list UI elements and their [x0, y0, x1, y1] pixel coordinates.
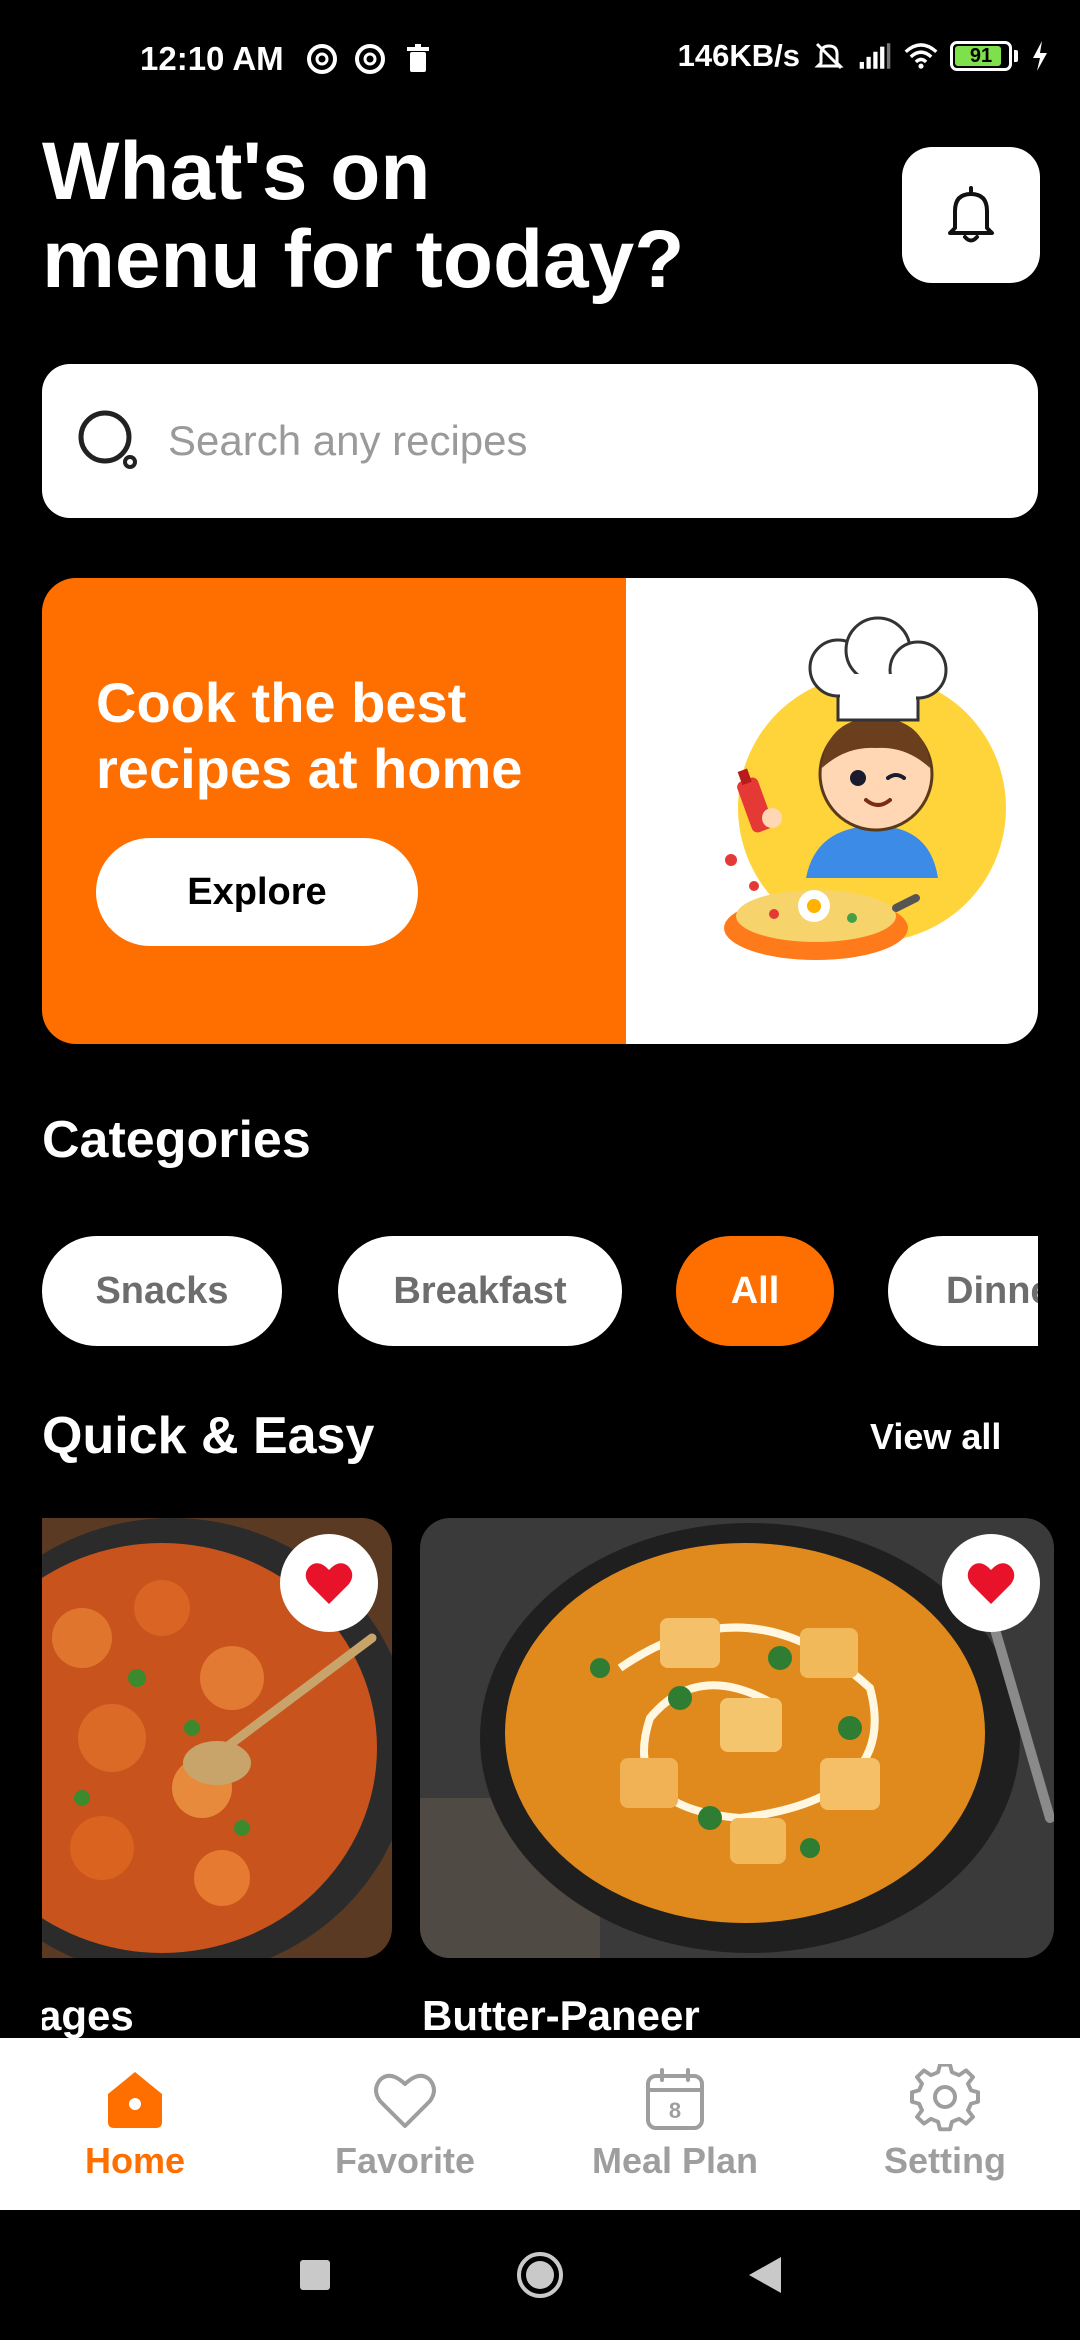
battery-icon: 91 — [950, 41, 1012, 71]
signal-icon — [859, 43, 891, 69]
back-triangle-icon — [749, 2257, 781, 2293]
banner-line-1: Cook the best — [96, 671, 467, 734]
nav-setting[interactable]: Setting — [810, 2038, 1080, 2210]
chip-snacks[interactable]: Snacks — [42, 1236, 282, 1346]
nav-home-label: Home — [84, 2140, 186, 2181]
status-right: 146KB/s 91 — [678, 38, 1050, 74]
wifi-icon — [904, 43, 938, 69]
back-button[interactable] — [740, 2250, 790, 2300]
system-navigation — [0, 2210, 1080, 2340]
status-left-icons — [305, 42, 435, 76]
nav-meal-plan[interactable]: 8 Meal Plan — [540, 2038, 810, 2210]
status-time: 12:10 AM — [140, 40, 284, 77]
calendar-badge: 8 — [669, 2098, 681, 2123]
search-bar[interactable] — [42, 364, 1038, 518]
search-icon — [78, 410, 137, 469]
heart-icon — [305, 1563, 353, 1604]
recipe-carousel: ages Butter-Paneer — [42, 1518, 1080, 2038]
gear-icon — [910, 2064, 980, 2132]
search-input[interactable] — [168, 417, 968, 465]
bell-icon — [948, 186, 994, 243]
promo-banner: Cook the best recipes at home Explore — [42, 578, 1038, 1044]
chef-illustration — [626, 578, 1038, 1044]
home-system-button[interactable] — [515, 2250, 565, 2300]
chip-all[interactable]: All — [676, 1236, 834, 1346]
banner-line-2: recipes at home — [96, 737, 523, 800]
bottom-nav: Home Favorite 8 Meal Plan Setting — [0, 2038, 1080, 2210]
status-bar: 12:10 AM 146KB/s 91 — [0, 0, 1080, 120]
chip-dinner[interactable]: Dinne — [888, 1236, 1038, 1346]
categories-title: Categories — [42, 1111, 311, 1169]
battery-level: 91 — [969, 44, 993, 67]
mute-icon — [814, 42, 844, 70]
recipe-card-image[interactable] — [420, 1518, 1054, 1958]
nav-favorite[interactable]: Favorite — [270, 2038, 540, 2210]
recipe-card-image[interactable] — [42, 1518, 392, 1958]
view-all-link[interactable]: View all — [870, 1416, 1001, 1458]
recipe-title: ages — [42, 1992, 134, 2038]
home-icon — [108, 2072, 162, 2128]
favorite-button[interactable] — [280, 1534, 378, 1632]
chef-cartoon-image — [724, 616, 1006, 960]
explore-button[interactable]: Explore — [96, 838, 418, 946]
nav-favorite-label: Favorite — [334, 2140, 476, 2181]
trash-icon — [407, 44, 429, 72]
banner-text-panel: Cook the best recipes at home Explore — [42, 578, 626, 1044]
category-chips: Snacks Breakfast All Dinne — [42, 1236, 1038, 1346]
nav-setting-label: Setting — [884, 2140, 1006, 2181]
recipe-title: Butter-Paneer — [422, 1992, 700, 2038]
favorite-button[interactable] — [942, 1534, 1040, 1632]
banner-title: Cook the best recipes at home — [96, 670, 616, 802]
notification-button[interactable] — [902, 147, 1040, 283]
circle-at-icon — [355, 44, 385, 74]
recents-button[interactable] — [290, 2250, 340, 2300]
title-line-1: What's on — [42, 126, 431, 217]
page-title: What's on menu for today? — [42, 128, 762, 304]
nav-home[interactable]: Home — [0, 2038, 270, 2210]
circle-icon — [517, 2252, 563, 2298]
calendar-icon: 8 — [646, 2068, 704, 2130]
chip-breakfast[interactable]: Breakfast — [338, 1236, 622, 1346]
quick-easy-title: Quick & Easy — [42, 1407, 375, 1465]
heart-icon — [374, 2073, 436, 2128]
circle-at-icon — [307, 44, 337, 74]
battery-cap — [1014, 50, 1018, 62]
nav-meal-plan-label: Meal Plan — [591, 2140, 759, 2181]
charging-icon — [1033, 41, 1047, 71]
net-speed: 146KB/s — [677, 38, 800, 73]
title-line-2: menu for today? — [42, 214, 685, 305]
heart-icon — [967, 1563, 1015, 1604]
square-icon — [300, 2260, 330, 2290]
